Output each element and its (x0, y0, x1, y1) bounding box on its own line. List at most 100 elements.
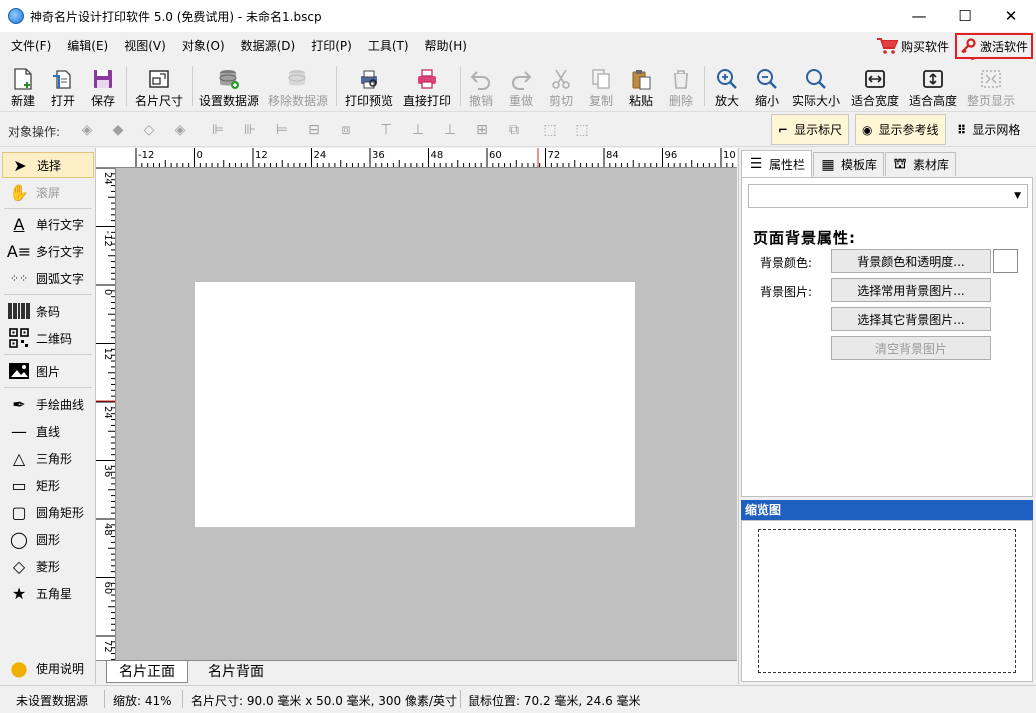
show-ruler-toggle[interactable]: ⌐ 显示标尺 (771, 114, 850, 145)
tool-image[interactable]: 图片 (2, 358, 94, 384)
ruler-label: 36 (102, 465, 113, 478)
menu-help[interactable]: 帮助(H) (417, 32, 475, 60)
send-backward-icon[interactable]: ◇ (139, 121, 159, 139)
show-guides-toggle[interactable]: ◉ 显示参考线 (855, 114, 946, 145)
tab-card-front[interactable]: 名片正面 (106, 661, 188, 683)
card-size-button[interactable]: 名片尺寸 (132, 62, 186, 110)
direct-print-button[interactable]: 直接打印 (400, 62, 454, 110)
group-icon[interactable]: ⬚ (540, 121, 560, 139)
status-datasource: 未设置数据源 (16, 694, 89, 708)
help-button[interactable]: ● 使用说明 (2, 655, 94, 681)
tool-arc-text[interactable]: ⁘⁘ 圆弧文字 (2, 265, 94, 291)
rectangle-icon: ▭ (11, 475, 27, 495)
tool-ellipse[interactable]: ◯ 圆形 (2, 526, 94, 552)
align-left-icon[interactable]: ⊫ (208, 121, 228, 139)
tool-star[interactable]: ★ 五角星 (2, 580, 94, 606)
minimize-button[interactable]: — (896, 0, 942, 32)
menu-view[interactable]: 视图(V) (116, 32, 174, 60)
bring-to-front-icon[interactable]: ◈ (77, 121, 97, 139)
tool-diamond[interactable]: ◇ 菱形 (2, 553, 94, 579)
direct-print-label: 直接打印 (402, 94, 451, 108)
align-bottom-icon[interactable]: ⊥ (440, 121, 460, 139)
open-button[interactable]: 打开 (46, 62, 80, 110)
space-horizontal-icon[interactable]: ⧈ (336, 121, 356, 139)
bg-color-button[interactable]: 背景颜色和透明度... (831, 249, 991, 273)
tab-templates[interactable]: ▦ 模板库 (813, 152, 885, 176)
close-button[interactable]: ✕ (988, 0, 1034, 32)
show-grid-toggle[interactable]: ⠿ 显示网格 (950, 114, 1028, 145)
tab-properties[interactable]: ☰ 属性栏 (741, 150, 813, 177)
toolbar-separator (336, 66, 337, 106)
delete-button[interactable]: 删除 (665, 62, 697, 110)
menu-object[interactable]: 对象(O) (174, 32, 233, 60)
select-common-bg-button[interactable]: 选择常用背景图片... (831, 278, 991, 302)
tool-rectangle[interactable]: ▭ 矩形 (2, 472, 94, 498)
tool-select[interactable]: ➤ 选择 (2, 152, 94, 178)
menu-print[interactable]: 打印(P) (303, 32, 360, 60)
remove-datasource-button[interactable]: 移除数据源 (266, 62, 330, 110)
undo-button[interactable]: 撤销 (465, 62, 497, 110)
buy-software-label: 购买软件 (901, 39, 950, 54)
bring-forward-icon[interactable]: ◆ (108, 121, 128, 139)
align-top-icon[interactable]: ⊤ (376, 121, 396, 139)
pen-icon: ✒ (12, 394, 26, 414)
zoom-in-button[interactable]: 放大 (710, 62, 744, 110)
business-card-page[interactable] (195, 282, 635, 527)
save-button[interactable]: 保存 (86, 62, 120, 110)
card-size-label: 名片尺寸 (134, 94, 183, 108)
redo-button[interactable]: 重做 (505, 62, 537, 110)
distribute-horizontal-icon[interactable]: ⊟ (304, 121, 324, 139)
thumbnail-view[interactable] (741, 520, 1033, 682)
tool-line[interactable]: — 直线 (2, 418, 94, 444)
ungroup-icon[interactable]: ⬚ (572, 121, 592, 139)
toolbar-separator (460, 66, 461, 106)
clear-bg-button[interactable]: 清空背景图片 (831, 336, 991, 360)
ruler-label: 12 (255, 150, 268, 161)
tab-card-back[interactable]: 名片背面 (196, 661, 276, 683)
tool-freehand[interactable]: ✒ 手绘曲线 (2, 391, 94, 417)
set-datasource-button[interactable]: 设置数据源 (197, 62, 261, 110)
distribute-vertical-icon[interactable]: ⊞ (472, 121, 492, 139)
ruler-label: -12 (138, 150, 154, 161)
paste-button[interactable]: 粘贴 (625, 62, 657, 110)
tool-rounded-rect[interactable]: ▢ 圆角矩形 (2, 499, 94, 525)
tool-single-text[interactable]: A 单行文字 (2, 211, 94, 237)
maximize-button[interactable]: ☐ (942, 0, 988, 32)
tool-barcode[interactable]: 条码 (2, 298, 94, 324)
new-button[interactable]: 新建 (6, 62, 40, 110)
undo-icon (469, 67, 493, 91)
tool-select-label: 选择 (37, 158, 62, 173)
menu-file[interactable]: 文件(F) (3, 32, 59, 60)
align-middle-icon[interactable]: ⊥ (408, 121, 428, 139)
tool-qrcode[interactable]: 二维码 (2, 325, 94, 351)
print-preview-button[interactable]: 打印预览 (342, 62, 396, 110)
menu-datasource[interactable]: 数据源(D) (233, 32, 304, 60)
menu-edit[interactable]: 编辑(E) (59, 32, 116, 60)
align-right-icon[interactable]: ⊨ (272, 121, 292, 139)
zoom-out-button[interactable]: 缩小 (750, 62, 784, 110)
save-disk-icon (91, 67, 115, 91)
fit-page-button[interactable]: 整页显示 (964, 62, 1018, 110)
bg-color-swatch[interactable] (993, 249, 1018, 273)
print-preview-icon (357, 67, 381, 91)
arc-text-icon: ⁘⁘ (9, 271, 29, 285)
tool-triangle[interactable]: △ 三角形 (2, 445, 94, 471)
tool-scroll[interactable]: ✋ 滚屏 (2, 179, 94, 205)
tab-materials[interactable]: ⛫ 素材库 (885, 152, 957, 176)
paste-label: 粘贴 (628, 94, 653, 108)
menu-tools[interactable]: 工具(T) (360, 32, 417, 60)
design-canvas[interactable] (116, 168, 737, 660)
actual-size-button[interactable]: 实际大小 (789, 62, 843, 110)
fit-width-button[interactable]: 适合宽度 (848, 62, 902, 110)
database-remove-icon (286, 67, 310, 91)
fit-height-button[interactable]: 适合高度 (906, 62, 960, 110)
cut-button[interactable]: 剪切 (545, 62, 577, 110)
copy-button[interactable]: 复制 (585, 62, 617, 110)
buy-software-button[interactable]: 购买软件 (876, 34, 949, 58)
align-center-icon[interactable]: ⊪ (240, 121, 260, 139)
tool-multi-text[interactable]: A≡ 多行文字 (2, 238, 94, 264)
space-vertical-icon[interactable]: ⧉ (504, 121, 524, 139)
select-other-bg-button[interactable]: 选择其它背景图片... (831, 307, 991, 331)
object-selector-dropdown[interactable]: ▼ (748, 184, 1028, 208)
send-to-back-icon[interactable]: ◈ (170, 121, 190, 139)
